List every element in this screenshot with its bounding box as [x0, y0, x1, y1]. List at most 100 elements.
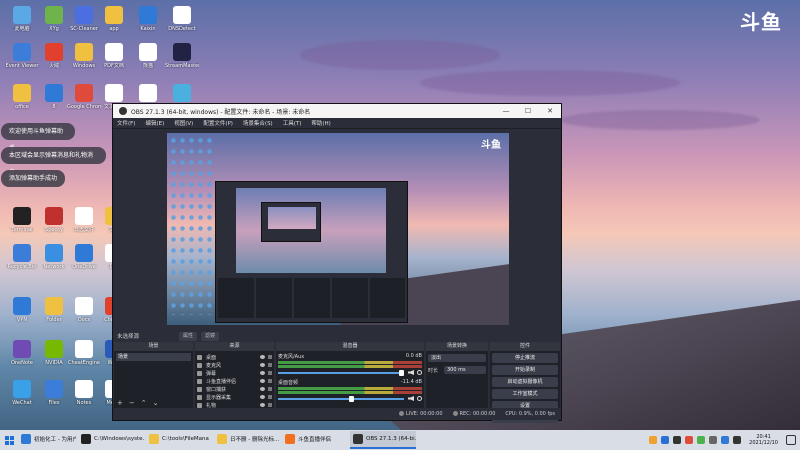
speaker-icon[interactable]	[408, 370, 414, 375]
fader-knob[interactable]	[399, 369, 404, 376]
lock-icon[interactable]	[268, 387, 272, 391]
desktop-icon[interactable]: 火绒	[37, 43, 71, 69]
desktop-icon[interactable]: WeChat	[5, 380, 39, 406]
desktop-icon[interactable]: DNSDetect	[165, 6, 199, 32]
desktop-icon[interactable]: Notes	[67, 380, 101, 406]
maximize-button[interactable]: ☐	[517, 104, 539, 118]
desktop-icon[interactable]: Recycle Bin	[5, 244, 39, 270]
add-icon[interactable]: +	[117, 399, 123, 407]
tray-icon[interactable]	[649, 436, 658, 444]
taskbar-app[interactable]: OBS 27.1.3 (64-bi...	[350, 431, 416, 449]
filters-button[interactable]: 滤镜	[201, 331, 220, 341]
visibility-eye-icon[interactable]	[260, 395, 265, 399]
lock-icon[interactable]	[268, 363, 272, 367]
control-button[interactable]: 工作室模式	[492, 389, 558, 399]
desktop-icon[interactable]: OneNote	[5, 340, 39, 366]
program-preview[interactable]: 斗鱼	[167, 133, 509, 325]
control-button[interactable]: 启动虚拟摄像机	[492, 377, 558, 387]
menu-help[interactable]: 帮助(H)	[311, 119, 330, 127]
desktop-icon[interactable]: Google Chrome	[67, 84, 101, 110]
desktop-icon[interactable]: 熊猫	[131, 43, 165, 69]
gear-icon[interactable]	[417, 370, 422, 375]
tray-icon[interactable]	[685, 436, 694, 444]
taskbar-app[interactable]: 初始化工 - 为用户...	[18, 431, 76, 449]
desktop-icon[interactable]: 日志文件	[67, 207, 101, 233]
scene-item[interactable]: 场景	[116, 353, 191, 361]
desktop-icon[interactable]: OneDrive	[67, 244, 101, 270]
taskbar-app[interactable]: 斗鱼直播伴侣	[282, 431, 348, 449]
desktop-icon[interactable]: Windows	[67, 43, 101, 69]
source-item[interactable]: 桌面	[197, 353, 272, 361]
menu-scene-collection[interactable]: 场景集合(S)	[243, 119, 273, 127]
desktop-icon[interactable]: 此电脑	[5, 6, 39, 32]
menu-edit[interactable]: 编辑(E)	[145, 119, 164, 127]
tray-icon[interactable]	[733, 436, 742, 444]
notification-toast[interactable]: 添加弹幕助手成功	[1, 170, 65, 187]
speaker-icon[interactable]	[408, 396, 414, 401]
visibility-eye-icon[interactable]	[260, 379, 265, 383]
desktop-icon[interactable]: Kaixin	[131, 6, 165, 32]
arrow-up-icon[interactable]: ⌃	[141, 399, 147, 407]
minimize-button[interactable]: —	[495, 104, 517, 118]
close-button[interactable]: ✕	[539, 104, 561, 118]
notification-toast[interactable]: 本区域会显示弹幕消息和礼物消息	[1, 147, 106, 176]
desktop-icon[interactable]: Event Viewer	[5, 43, 39, 69]
visibility-eye-icon[interactable]	[260, 371, 265, 375]
desktop-icon[interactable]: Terminal	[5, 207, 39, 233]
desktop-icon[interactable]: PDF文档	[97, 43, 131, 69]
source-item[interactable]: 斗鱼直播伴侣	[197, 377, 272, 385]
tray-icon[interactable]	[673, 436, 682, 444]
menu-view[interactable]: 视图(V)	[174, 119, 193, 127]
taskbar-app[interactable]: C:\tools\FileMana	[146, 431, 212, 449]
remove-icon[interactable]: −	[129, 399, 135, 407]
desktop-icon[interactable]: Files	[37, 380, 71, 406]
source-item[interactable]: 显示器采集	[197, 393, 272, 401]
visibility-eye-icon[interactable]	[260, 403, 265, 407]
menu-tools[interactable]: 工具(T)	[283, 119, 302, 127]
duration-input[interactable]: 300 ms	[444, 366, 486, 374]
desktop-icon[interactable]: SC-Cleaner	[67, 6, 101, 32]
lock-icon[interactable]	[268, 371, 272, 375]
desktop-icon[interactable]: StreamMaster	[165, 43, 199, 69]
lock-icon[interactable]	[268, 379, 272, 383]
taskbar-app[interactable]: 日不删 - 删除光标...	[214, 431, 280, 449]
notification-toast[interactable]: 欢迎使用斗鱼弹幕助手	[1, 123, 75, 152]
volume-fader[interactable]	[278, 395, 404, 402]
desktop-icon[interactable]: Folder	[37, 297, 71, 323]
desktop-icon[interactable]: 8	[37, 84, 71, 110]
desktop-icon[interactable]: Network	[37, 244, 71, 270]
visibility-eye-icon[interactable]	[260, 355, 265, 359]
desktop-icon[interactable]: app	[97, 6, 131, 32]
taskbar-clock[interactable]: 20:41 2021/12/10	[749, 434, 778, 446]
desktop-icon[interactable]: Speccy	[37, 207, 71, 233]
menu-file[interactable]: 文件(F)	[117, 119, 135, 127]
transition-type-select[interactable]: 淡出	[428, 354, 486, 362]
tray-icon[interactable]	[697, 436, 706, 444]
desktop-icon[interactable]: CheatEngine	[67, 340, 101, 366]
start-button[interactable]	[0, 430, 18, 450]
tray-icon[interactable]	[661, 436, 670, 444]
lock-icon[interactable]	[268, 355, 272, 359]
arrow-down-icon[interactable]: ⌄	[153, 399, 159, 407]
gear-icon[interactable]	[417, 396, 422, 401]
tray-icon[interactable]	[709, 436, 718, 444]
control-button[interactable]: 停止推流	[492, 353, 558, 363]
desktop-icon[interactable]: NVIDIA	[37, 340, 71, 366]
source-item[interactable]: 窗口捕获	[197, 385, 272, 393]
visibility-eye-icon[interactable]	[260, 363, 265, 367]
desktop-icon[interactable]: Docs	[67, 297, 101, 323]
fader-knob[interactable]	[348, 395, 354, 402]
source-item[interactable]: 麦克风	[197, 361, 272, 369]
tray-icon[interactable]	[721, 436, 730, 444]
visibility-eye-icon[interactable]	[260, 387, 265, 391]
taskbar-app[interactable]: C:\Windows\syste...	[78, 431, 144, 449]
lock-icon[interactable]	[268, 403, 272, 407]
desktop-icon[interactable]: office	[5, 84, 39, 110]
control-button[interactable]: 开始录制	[492, 365, 558, 375]
desktop-icon[interactable]: XYg	[37, 6, 71, 32]
source-item[interactable]: 弹幕	[197, 369, 272, 377]
volume-fader[interactable]	[278, 369, 404, 376]
menu-profile[interactable]: 配置文件(P)	[203, 119, 233, 127]
properties-button[interactable]: 属性	[179, 331, 198, 341]
obs-titlebar[interactable]: OBS 27.1.3 (64-bit, windows) - 配置文件: 未命名…	[113, 104, 561, 118]
